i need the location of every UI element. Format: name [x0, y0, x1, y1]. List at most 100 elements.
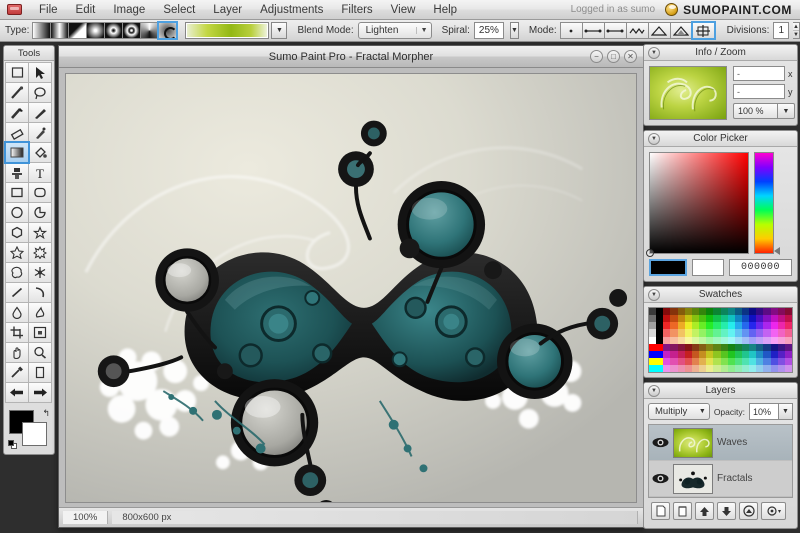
star-outline-icon[interactable] — [5, 242, 29, 263]
hex-value-input[interactable]: 000000 — [729, 259, 792, 276]
linear-gradient-icon[interactable] — [32, 22, 51, 39]
slice-icon[interactable] — [28, 322, 52, 343]
sharpen-icon[interactable] — [28, 302, 52, 323]
menu-select[interactable]: Select — [154, 2, 204, 18]
delete-layer-button[interactable] — [673, 502, 692, 520]
hand-icon[interactable] — [5, 342, 29, 363]
arrow-left-icon[interactable] — [5, 382, 29, 403]
zoom-value[interactable]: 100 % — [733, 103, 778, 119]
sumo-logo-icon[interactable] — [7, 4, 22, 15]
snowflake-icon[interactable] — [28, 262, 52, 283]
circle-icon[interactable] — [5, 202, 29, 223]
burst-icon[interactable] — [28, 242, 52, 263]
menu-adjustments[interactable]: Adjustments — [251, 2, 332, 18]
status-zoom[interactable]: 100% — [63, 511, 108, 524]
navigator-thumbnail[interactable] — [649, 66, 727, 120]
double-line-mode-icon[interactable] — [604, 22, 627, 39]
text-t-icon[interactable]: T — [28, 162, 52, 183]
blob-icon[interactable] — [5, 262, 29, 283]
artwork-canvas[interactable] — [65, 73, 637, 503]
magnifier-icon[interactable] — [28, 342, 52, 363]
radial-ring-gradient-icon[interactable] — [104, 22, 123, 39]
hexagon-icon[interactable] — [5, 222, 29, 243]
layer-row-fractals[interactable]: Fractals — [649, 461, 792, 497]
radial-gradient-icon[interactable] — [86, 22, 105, 39]
menu-view[interactable]: View — [382, 2, 425, 18]
layer-visibility-icon[interactable] — [652, 436, 669, 449]
move-down-button[interactable] — [717, 502, 736, 520]
close-button[interactable]: ✕ — [624, 50, 637, 63]
background-color-swatch[interactable] — [22, 422, 47, 446]
smudge-icon[interactable] — [28, 122, 52, 143]
menu-file[interactable]: File — [30, 2, 67, 18]
concentric-gradient-icon[interactable] — [122, 22, 141, 39]
hue-slider[interactable] — [754, 152, 774, 254]
pie-icon[interactable] — [28, 202, 52, 223]
collapse-icon[interactable]: ▼ — [648, 385, 660, 397]
menu-edit[interactable]: Edit — [67, 2, 105, 18]
triangle-mode-icon[interactable] — [648, 22, 671, 39]
gradient-dropdown-icon[interactable]: ▼ — [271, 22, 287, 39]
line-icon[interactable] — [5, 282, 29, 303]
layer-settings-button[interactable] — [761, 502, 786, 520]
gradient-preview[interactable] — [185, 22, 269, 39]
ink-pen-icon[interactable] — [28, 102, 52, 123]
collapse-icon[interactable]: ▼ — [648, 289, 660, 301]
collapse-icon[interactable]: ▼ — [648, 47, 660, 59]
angle-gradient-icon[interactable] — [68, 22, 87, 39]
layer-blend-mode-select[interactable]: Multiply ▼ — [648, 403, 710, 420]
gradient-icon[interactable] — [5, 142, 29, 163]
picker-background-swatch[interactable] — [692, 259, 724, 276]
opacity-value[interactable]: 10% — [749, 403, 779, 420]
reflected-gradient-icon[interactable] — [50, 22, 69, 39]
y-coordinate-field[interactable]: - — [733, 84, 785, 99]
arrow-pointer-icon[interactable] — [28, 62, 52, 83]
saturation-value-square[interactable] — [649, 152, 749, 254]
duplicate-layer-button[interactable] — [739, 502, 758, 520]
rectangle-icon[interactable] — [5, 182, 29, 203]
spiral-gradient-icon[interactable] — [158, 22, 177, 39]
menu-filters[interactable]: Filters — [332, 2, 381, 18]
minimize-button[interactable]: − — [590, 50, 603, 63]
opacity-dropdown-icon[interactable]: ▼ — [779, 403, 793, 420]
triangle-fill-mode-icon[interactable] — [670, 22, 693, 39]
cone-gradient-icon[interactable] — [140, 22, 159, 39]
divisions-input[interactable]: 1 — [773, 22, 789, 39]
picker-foreground-swatch[interactable] — [649, 259, 687, 276]
document-title-bar[interactable]: Sumo Paint Pro - Fractal Morpher − □ ✕ — [59, 46, 643, 68]
swatch-grid[interactable] — [648, 307, 793, 373]
rounded-rectangle-icon[interactable] — [28, 182, 52, 203]
eyedropper-icon[interactable] — [5, 362, 29, 383]
spiral-dropdown-icon[interactable]: ▼ — [510, 22, 519, 39]
move-up-button[interactable] — [695, 502, 714, 520]
blend-mode-select[interactable]: Lighten ▼ — [358, 22, 432, 39]
brand-logo[interactable]: SUMOPAINT.COM — [665, 3, 800, 17]
menu-image[interactable]: Image — [104, 2, 154, 18]
default-colors-icon[interactable] — [8, 440, 18, 450]
new-layer-button[interactable] — [651, 502, 670, 520]
layer-visibility-icon[interactable] — [652, 472, 669, 485]
paintbrush-icon[interactable] — [5, 102, 29, 123]
clone-stamp-icon[interactable] — [5, 162, 29, 183]
swap-colors-icon[interactable]: ↰ — [42, 408, 50, 419]
crop-icon[interactable] — [5, 322, 29, 343]
zigzag-mode-icon[interactable] — [626, 22, 649, 39]
zoom-dropdown-icon[interactable]: ▼ — [778, 103, 795, 119]
water-drop-icon[interactable] — [5, 302, 29, 323]
menu-layer[interactable]: Layer — [204, 2, 251, 18]
lasso-icon[interactable] — [28, 82, 52, 103]
x-coordinate-field[interactable]: - — [733, 66, 785, 81]
divisions-stepper[interactable]: ▲▼ — [793, 22, 800, 39]
layer-row-waves[interactable]: Waves — [649, 425, 792, 461]
paint-bucket-icon[interactable] — [28, 142, 52, 163]
line-mode-icon[interactable] — [582, 22, 605, 39]
curve-icon[interactable] — [28, 282, 52, 303]
rectangle-select-icon[interactable] — [5, 62, 29, 83]
collapse-icon[interactable]: ▼ — [648, 133, 660, 145]
menu-help[interactable]: Help — [424, 2, 466, 18]
pen-icon[interactable] — [5, 82, 29, 103]
stepper-up-icon[interactable]: ▲ — [793, 23, 799, 31]
eraser-icon[interactable] — [5, 122, 29, 143]
spiral-input[interactable]: 25% — [474, 22, 504, 39]
grid-mode-icon[interactable] — [692, 22, 715, 39]
